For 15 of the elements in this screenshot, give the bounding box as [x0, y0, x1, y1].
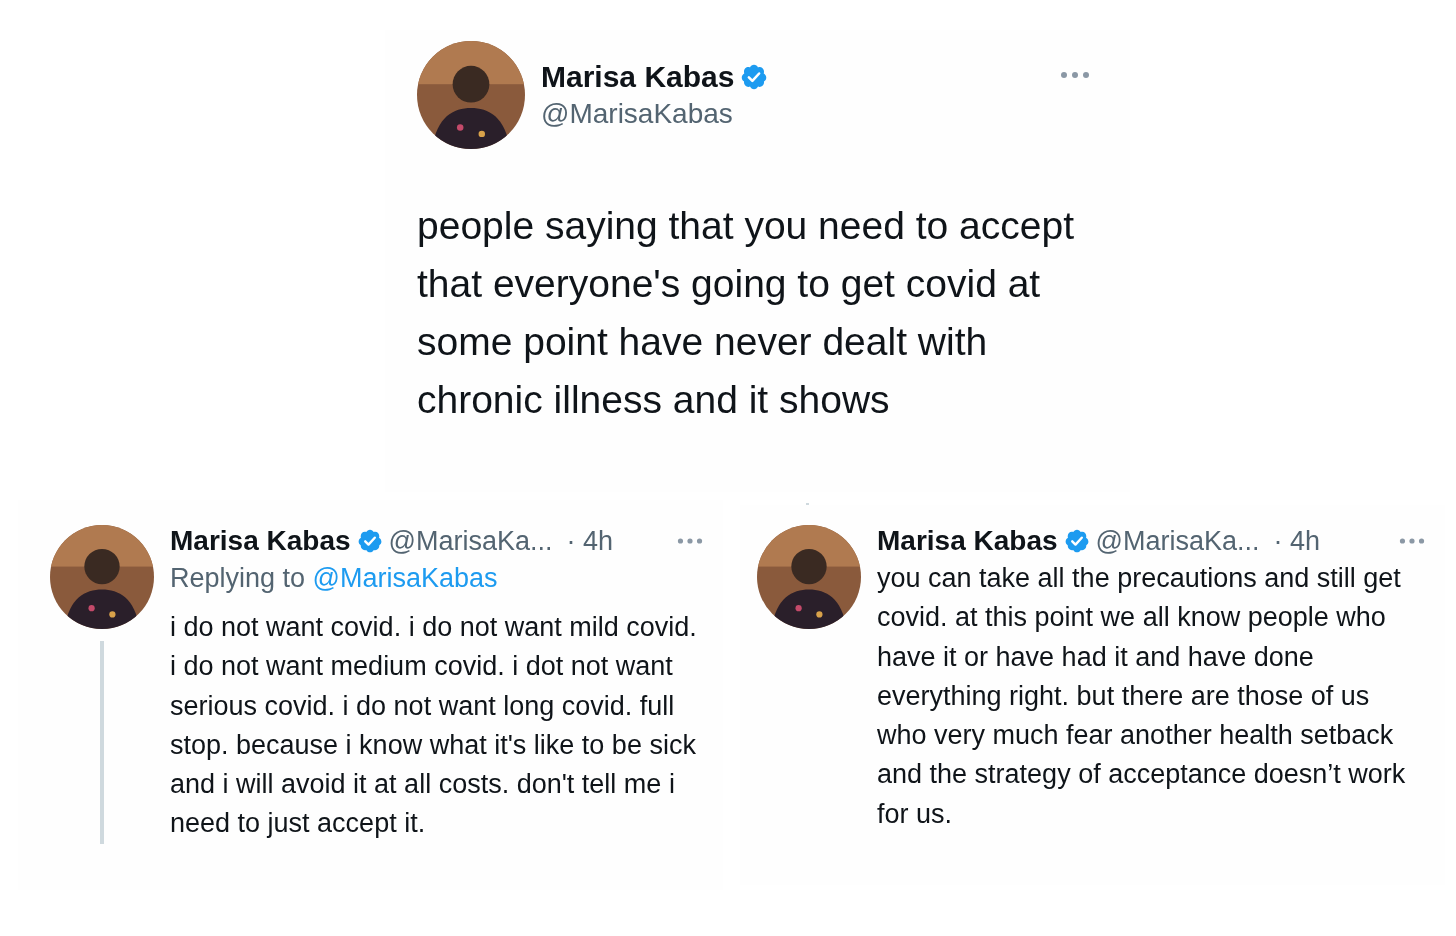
- more-icon[interactable]: [1060, 71, 1090, 79]
- display-name[interactable]: Marisa Kabas: [877, 525, 1058, 557]
- display-name[interactable]: Marisa Kabas: [541, 60, 735, 94]
- user-handle[interactable]: @MarisaKa...: [388, 525, 553, 557]
- tweet-text: i do not want covid. i do not want mild covid. i do not want medium covid. i dot not want serious covid. i do not want long covid. full stop. because i know what it's like to be sick and i will avoid it at all costs. don't tell me i need to just accept it.: [170, 611, 698, 841]
- user-handle[interactable]: @MarisaKabas: [541, 98, 1044, 130]
- replying-to-text: Replying to @MarisaKabas: [170, 563, 499, 594]
- tweet-text: people saying that you need to accept that everyone's going to get covid at some point have never dealt with chronic illness and it shows: [417, 203, 1075, 423]
- tweet-text: you can take all the precautions and still get covid. at this point we all know people who have it or have had it and have done everything right. but there are those of us who very much fear another health setback and the strategy of acceptance doesn’t work for us.: [877, 562, 1407, 831]
- more-icon[interactable]: [1399, 537, 1425, 545]
- user-handle[interactable]: @MarisaKa...: [1095, 525, 1260, 557]
- timestamp[interactable]: · 4h: [1273, 525, 1321, 557]
- display-name[interactable]: Marisa Kabas: [170, 525, 351, 557]
- more-icon[interactable]: [677, 537, 703, 545]
- timestamp[interactable]: · 4h: [566, 525, 614, 557]
